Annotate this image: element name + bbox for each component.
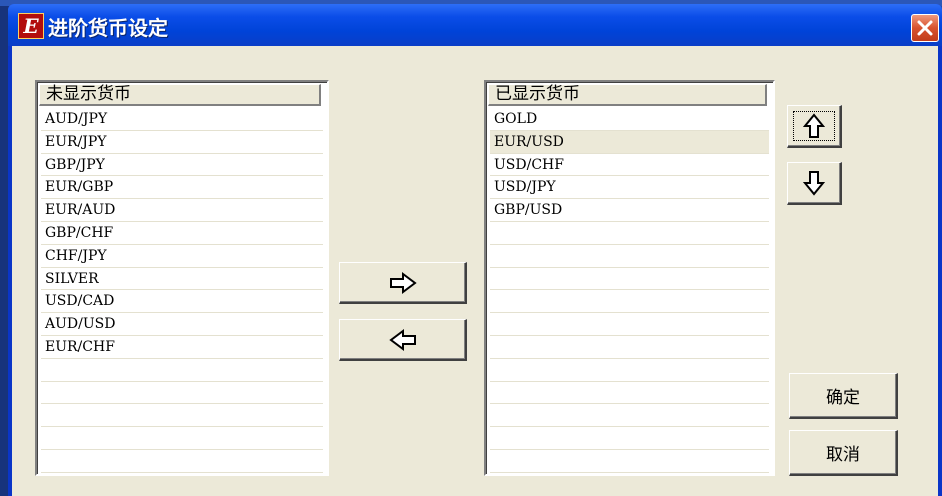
- arrow-right-icon: [389, 271, 417, 294]
- empty-list-row[interactable]: [490, 313, 769, 336]
- empty-list-row[interactable]: [41, 450, 323, 473]
- empty-list-row[interactable]: [490, 245, 769, 268]
- empty-list-row[interactable]: [490, 450, 769, 473]
- close-icon: [917, 20, 933, 36]
- empty-list-row[interactable]: [490, 222, 769, 245]
- close-button[interactable]: [911, 14, 939, 42]
- arrow-down-icon: [802, 171, 826, 196]
- empty-list-row[interactable]: [41, 359, 323, 382]
- empty-list-row[interactable]: [490, 427, 769, 450]
- ok-button[interactable]: 确定: [789, 373, 898, 419]
- cancel-button-label: 取消: [826, 445, 860, 465]
- empty-list-row[interactable]: [41, 404, 323, 428]
- focus-indicator: [793, 111, 835, 141]
- list-item[interactable]: EUR/CHF: [41, 336, 323, 359]
- move-down-button[interactable]: [787, 162, 842, 205]
- app-icon: E: [18, 13, 44, 39]
- list-item[interactable]: GBP/JPY: [41, 154, 323, 177]
- list-item[interactable]: USD/JPY: [490, 176, 769, 200]
- list-item[interactable]: GBP/USD: [490, 199, 769, 222]
- shown-currency-list[interactable]: 已显示货币 GOLD EUR/USD USD/CHF USD/JPY GBP/USD: [484, 80, 775, 476]
- list-item[interactable]: SILVER: [41, 268, 323, 291]
- list-item[interactable]: EUR/USD: [490, 130, 769, 154]
- remove-from-shown-button[interactable]: [339, 319, 467, 361]
- empty-list-row[interactable]: [490, 359, 769, 382]
- empty-list-row[interactable]: [490, 404, 769, 428]
- add-to-shown-button[interactable]: [339, 262, 467, 304]
- list-item[interactable]: GOLD: [490, 108, 769, 131]
- arrow-left-icon: [388, 328, 416, 351]
- list-item[interactable]: EUR/GBP: [41, 176, 323, 200]
- list-item[interactable]: EUR/AUD: [41, 199, 323, 222]
- list-item[interactable]: USD/CAD: [41, 290, 323, 314]
- hidden-currency-list[interactable]: 未显示货币 AUD/JPY EUR/JPY GBP/JPY EUR/GBP EUR/AU…: [35, 80, 329, 476]
- empty-list-row[interactable]: [41, 427, 323, 450]
- empty-list-row[interactable]: [490, 382, 769, 405]
- shown-list-rows: GOLD EUR/USD USD/CHF USD/JPY GBP/USD: [490, 108, 769, 473]
- ok-button-label: 确定: [826, 388, 860, 408]
- move-up-button[interactable]: [787, 105, 842, 148]
- list-item[interactable]: EUR/JPY: [41, 131, 323, 154]
- empty-list-row[interactable]: [490, 290, 769, 314]
- list-item[interactable]: AUD/JPY: [41, 108, 323, 131]
- hidden-list-rows: AUD/JPY EUR/JPY GBP/JPY EUR/GBP EUR/AUD GBP/C…: [41, 108, 323, 473]
- advanced-currency-dialog: E 进阶货币设定 未显示货币 AUD/JPY EUR/JPY GBP/JPY EUR/…: [8, 4, 942, 496]
- list-item[interactable]: GBP/CHF: [41, 222, 323, 245]
- shown-list-header[interactable]: 已显示货币: [488, 84, 767, 106]
- list-item[interactable]: USD/CHF: [490, 154, 769, 177]
- title-bar[interactable]: E 进阶货币设定: [8, 4, 942, 46]
- list-item[interactable]: CHF/JPY: [41, 245, 323, 268]
- empty-list-row[interactable]: [41, 382, 323, 405]
- dialog-title: 进阶货币设定: [48, 16, 168, 40]
- cancel-button[interactable]: 取消: [789, 430, 898, 476]
- list-item[interactable]: AUD/USD: [41, 313, 323, 336]
- empty-list-row[interactable]: [490, 336, 769, 359]
- dialog-body: 未显示货币 AUD/JPY EUR/JPY GBP/JPY EUR/GBP EUR/AU…: [12, 46, 938, 496]
- empty-list-row[interactable]: [490, 268, 769, 291]
- hidden-list-header[interactable]: 未显示货币: [39, 84, 321, 106]
